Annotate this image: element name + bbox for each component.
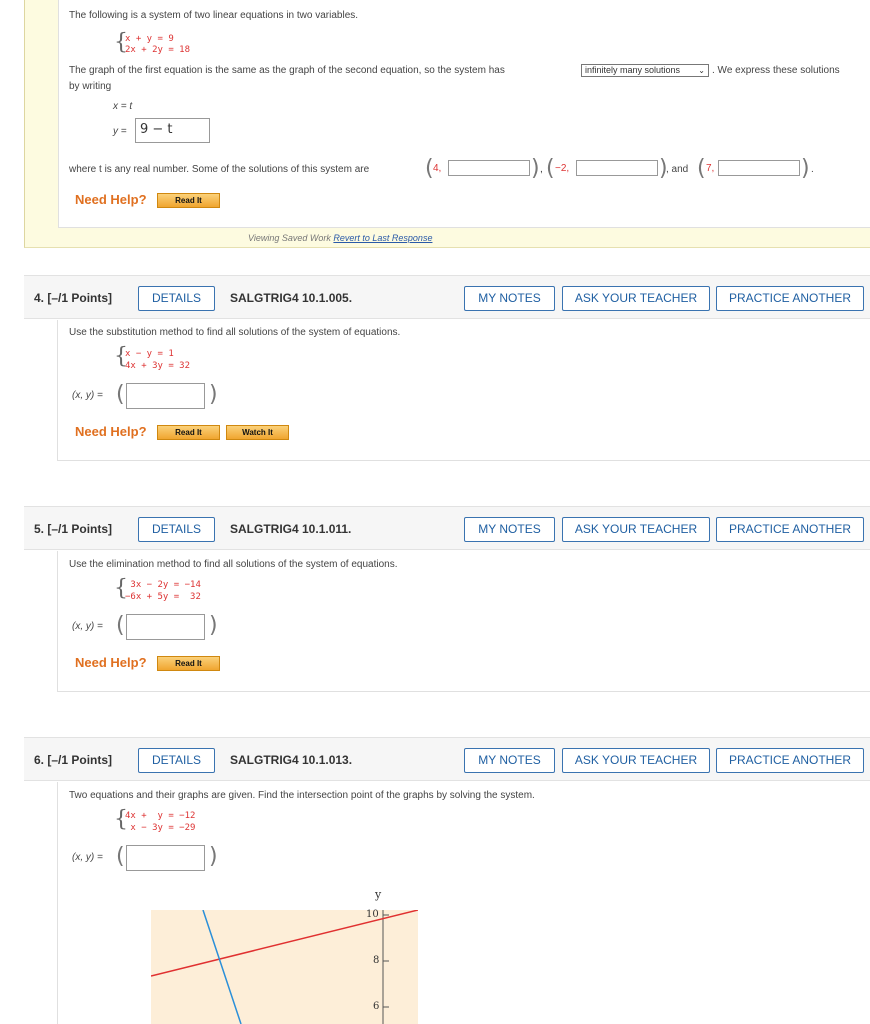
answer-label: (x, y) =	[72, 390, 103, 401]
question-number: 4. [–/1 Points]	[34, 291, 113, 305]
viewing-saved-work: Viewing Saved Work	[248, 233, 331, 243]
details-button[interactable]: DETAILS	[138, 748, 215, 773]
practice-another-button[interactable]: PRACTICE ANOTHER	[716, 517, 864, 542]
line-2	[202, 910, 242, 1024]
paren-open: (	[116, 844, 125, 869]
my-notes-button[interactable]: MY NOTES	[464, 286, 555, 311]
revert-link[interactable]: Revert to Last Response	[333, 233, 432, 243]
ask-teacher-button[interactable]: ASK YOUR TEACHER	[562, 286, 710, 311]
q3-eq1: x + y = 9	[125, 34, 174, 44]
q6-eq1: 4x + y = −12	[125, 811, 196, 821]
question-code: SALGTRIG4 10.1.013.	[230, 753, 353, 767]
and-text: , and	[666, 164, 689, 175]
question-6-header: 6. [–/1 Points] DETAILS SALGTRIG4 10.1.0…	[24, 737, 870, 781]
paren-close: )	[209, 382, 218, 407]
q5-answer-input[interactable]	[126, 614, 205, 640]
answer-label: (x, y) =	[72, 621, 103, 632]
dropdown-value: infinitely many solutions	[585, 65, 681, 75]
answer-label: (x, y) =	[72, 852, 103, 863]
y-axis-label: y	[375, 888, 382, 901]
q3-graph-text-line2: by writing	[69, 81, 112, 92]
my-notes-button[interactable]: MY NOTES	[464, 517, 555, 542]
question-code: SALGTRIG4 10.1.011.	[230, 522, 352, 536]
paren-open: (	[116, 382, 125, 407]
solution-type-dropdown[interactable]: infinitely many solutions ⌄	[581, 64, 709, 77]
y-label: y =	[113, 126, 127, 137]
question-5-header: 5. [–/1 Points] DETAILS SALGTRIG4 10.1.0…	[24, 506, 870, 550]
y-tick-label-10: 10	[366, 909, 379, 920]
sol2-y-input[interactable]	[576, 160, 658, 176]
details-button[interactable]: DETAILS	[138, 286, 215, 311]
x-equals-t: x = t	[113, 101, 133, 112]
paren-close: )	[209, 613, 218, 638]
q3-eq2: 2x + 2y = 18	[125, 45, 191, 55]
comma: ,	[540, 164, 543, 175]
need-help-label: Need Help?	[75, 655, 147, 670]
q6-prompt: Two equations and their graphs are given…	[69, 790, 535, 801]
question-code: SALGTRIG4 10.1.005.	[230, 291, 353, 305]
ask-teacher-button[interactable]: ASK YOUR TEACHER	[562, 748, 710, 773]
read-it-button[interactable]: Read It	[157, 193, 220, 208]
question-number: 5. [–/1 Points]	[34, 522, 113, 536]
sol3-y-input[interactable]	[718, 160, 800, 176]
watch-it-button[interactable]: Watch It	[226, 425, 289, 440]
q3-intro: The following is a system of two linear …	[69, 10, 359, 21]
read-it-button[interactable]: Read It	[157, 656, 220, 671]
y-answer-input[interactable]: 9 − t	[135, 118, 210, 143]
y-answer-value: 9 − t	[140, 122, 173, 137]
q6-answer-input[interactable]	[126, 845, 205, 871]
practice-another-button[interactable]: PRACTICE ANOTHER	[716, 286, 864, 311]
paren-open: (	[697, 156, 706, 181]
q3-graph-text: The graph of the first equation is the s…	[69, 65, 505, 76]
paren-close: )	[801, 156, 810, 181]
practice-another-button[interactable]: PRACTICE ANOTHER	[716, 748, 864, 773]
need-help-label: Need Help?	[75, 192, 147, 207]
y-tick-label-8: 8	[373, 955, 380, 966]
paren-close: )	[209, 844, 218, 869]
saved-work-footer: Viewing Saved Work Revert to Last Respon…	[248, 233, 432, 243]
q4-answer-input[interactable]	[126, 383, 205, 409]
sol3-x: 7,	[706, 163, 715, 174]
read-it-button[interactable]: Read It	[157, 425, 220, 440]
details-button[interactable]: DETAILS	[138, 517, 215, 542]
y-tick-label-6: 6	[373, 1001, 380, 1012]
ask-teacher-button[interactable]: ASK YOUR TEACHER	[562, 517, 710, 542]
sol2-x: −2,	[555, 163, 570, 174]
paren-open: (	[546, 156, 555, 181]
need-help-label: Need Help?	[75, 424, 147, 439]
q3-where-text: where t is any real number. Some of the …	[69, 164, 370, 175]
question-4-header: 4. [–/1 Points] DETAILS SALGTRIG4 10.1.0…	[24, 275, 870, 319]
q5-eq1: 3x − 2y = −14	[125, 580, 201, 590]
paren-open: (	[116, 613, 125, 638]
q4-prompt: Use the substitution method to find all …	[69, 327, 401, 338]
q4-eq1: x − y = 1	[125, 349, 174, 359]
chevron-down-icon: ⌄	[698, 66, 705, 75]
paren-close: )	[531, 156, 540, 181]
question-number: 6. [–/1 Points]	[34, 753, 113, 767]
q5-prompt: Use the elimination method to find all s…	[69, 559, 398, 570]
my-notes-button[interactable]: MY NOTES	[464, 748, 555, 773]
sol1-x: 4,	[433, 163, 442, 174]
sol1-y-input[interactable]	[448, 160, 530, 176]
q4-eq2: 4x + 3y = 32	[125, 361, 191, 371]
period: .	[811, 164, 814, 175]
q5-eq2: −6x + 5y = 32	[125, 592, 201, 602]
q6-eq2: x − 3y = −29	[125, 823, 196, 833]
q3-graph-text-after: . We express these solutions	[712, 65, 840, 76]
